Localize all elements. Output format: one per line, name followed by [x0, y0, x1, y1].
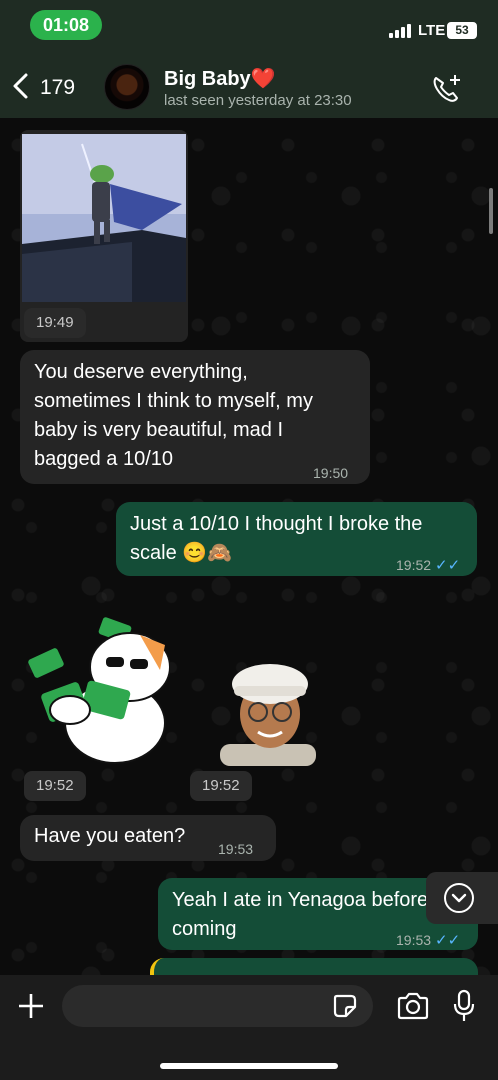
add-call-icon[interactable] [430, 72, 464, 106]
battery-icon: 53 [447, 22, 477, 39]
sticker-icon[interactable] [332, 993, 358, 1019]
image-icon [22, 134, 186, 302]
incoming-message[interactable]: You deserve everything, sometimes I thin… [20, 350, 370, 484]
avatar[interactable] [104, 64, 150, 110]
incoming-message[interactable]: Have you eaten? 19:53 [20, 815, 276, 861]
message-time: 19:53 [396, 932, 432, 948]
chevron-left-icon[interactable] [10, 72, 32, 100]
sticker-message[interactable]: 19:52 [190, 658, 330, 801]
outgoing-message[interactable]: Just a 10/10 I thought I broke the scale… [116, 502, 477, 576]
image-message[interactable]: 19:49 [20, 130, 188, 342]
sticker-message[interactable]: 19:52 [20, 615, 171, 801]
contact-name[interactable]: Big Baby❤️ [164, 66, 276, 91]
message-input[interactable] [62, 985, 373, 1027]
message-text: Have you eaten? [34, 825, 186, 847]
cat-money-sticker-icon [28, 617, 171, 764]
heart-emoji: ❤️ [250, 68, 276, 90]
contact-name-text: Big Baby [164, 68, 251, 90]
message-time: 19:50 [313, 465, 349, 481]
plus-icon[interactable] [16, 991, 46, 1021]
read-ticks-icon: ✓✓ [435, 932, 461, 949]
network-label: LTE [418, 22, 446, 39]
message-meta: 19:52 ✓✓ [396, 551, 460, 580]
message-time: 19:53 [218, 841, 254, 857]
chevron-down-icon [444, 883, 474, 913]
unread-count[interactable]: 179 [40, 76, 75, 100]
message-time: 19:49 [24, 308, 86, 338]
status-time: 01:08 [30, 10, 102, 40]
camera-icon[interactable] [396, 991, 430, 1021]
scrollbar[interactable] [489, 188, 493, 234]
home-indicator[interactable] [160, 1063, 338, 1069]
message-time: 19:52 [190, 771, 252, 801]
status-bar: 01:08 LTE 53 [0, 0, 498, 52]
signal-icon [389, 24, 413, 38]
chat-header: 179 Big Baby❤️ last seen yesterday at 23… [0, 52, 498, 118]
last-seen-status: last seen yesterday at 23:30 [164, 92, 352, 109]
scroll-down-button[interactable] [426, 872, 498, 924]
message-time: 19:52 [396, 557, 432, 573]
message-time: 19:52 [24, 771, 86, 801]
message-input-bar [0, 975, 498, 1080]
mic-icon[interactable] [452, 989, 476, 1023]
message-text: Yeah I ate in Yenagoa before coming [172, 889, 429, 940]
message-meta: 19:53 ✓✓ [396, 926, 460, 950]
message-text: You deserve everything, sometimes I thin… [34, 361, 313, 470]
avatar-cap-sticker-icon [220, 664, 316, 766]
read-ticks-icon: ✓✓ [435, 557, 461, 574]
